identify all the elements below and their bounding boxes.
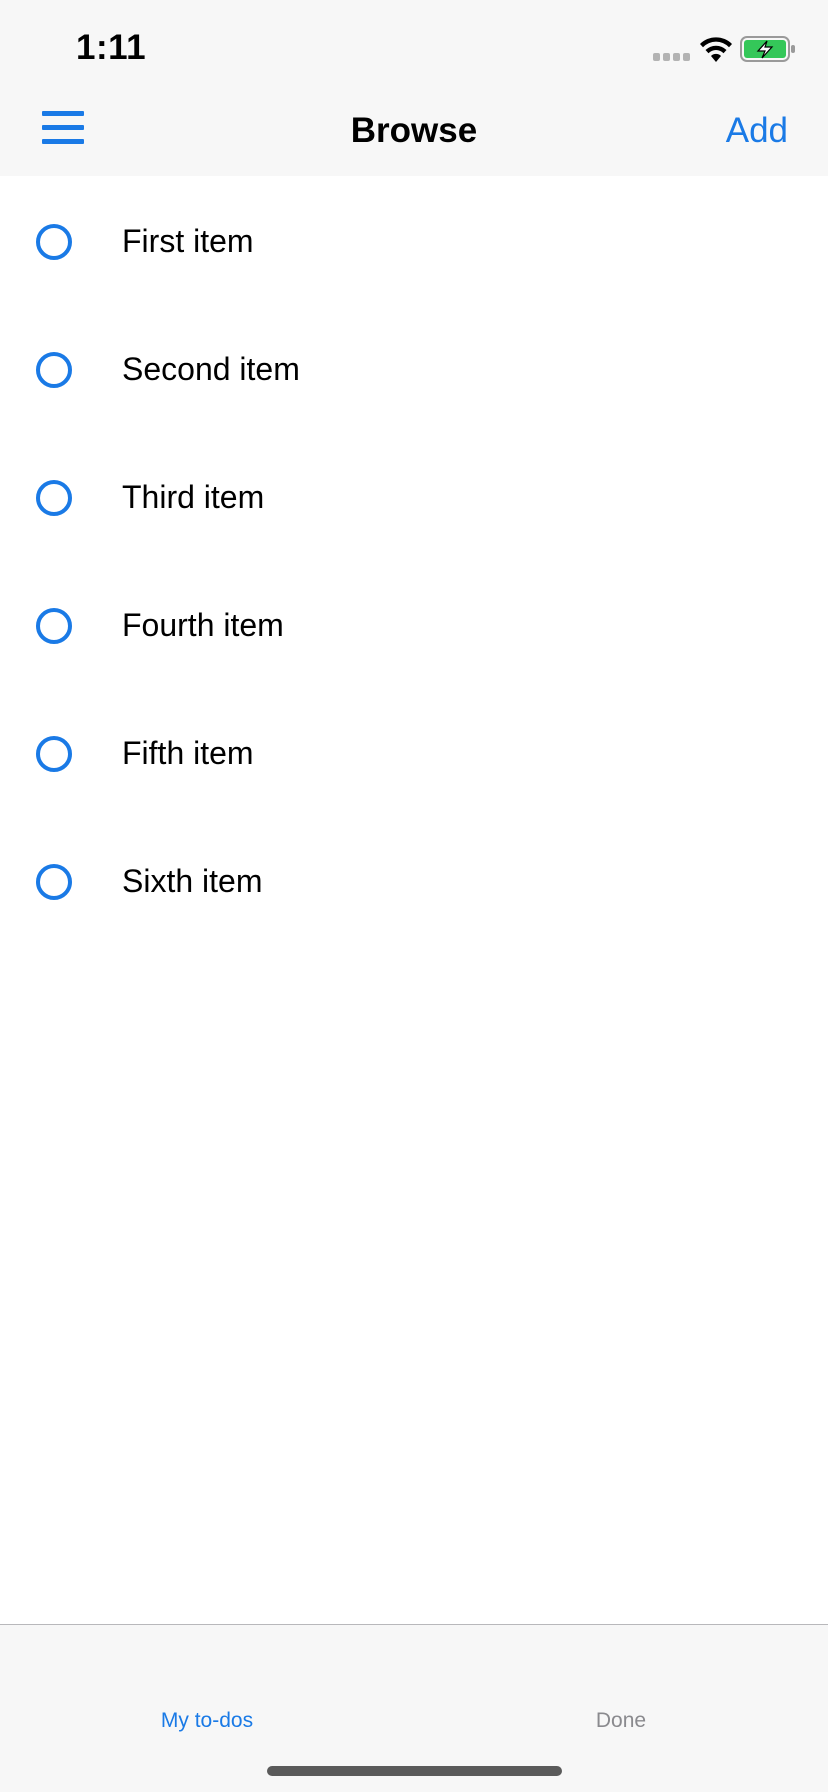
todo-label: Fourth item: [122, 607, 284, 643]
checkbox-circle-icon[interactable]: [36, 480, 72, 516]
todo-list: First item Second item Third item Fourth…: [0, 176, 828, 944]
todo-item[interactable]: Second item: [0, 304, 828, 432]
checkbox-circle-icon[interactable]: [36, 864, 72, 900]
tab-my-todos[interactable]: My to-dos: [0, 1709, 414, 1733]
todo-label: Second item: [122, 351, 300, 387]
todo-item[interactable]: Fourth item: [0, 560, 828, 688]
checkbox-circle-icon[interactable]: [36, 224, 72, 260]
todo-item[interactable]: Sixth item: [0, 816, 828, 944]
checkbox-circle-icon[interactable]: [36, 736, 72, 772]
home-indicator[interactable]: [267, 1766, 562, 1776]
status-bar: 1:11: [0, 0, 828, 95]
navigation-bar: Browse Add: [0, 95, 828, 176]
status-time: 1:11: [76, 28, 147, 67]
todo-label: First item: [122, 223, 254, 259]
todo-label: Sixth item: [122, 863, 263, 899]
page-title: Browse: [350, 111, 478, 150]
hamburger-menu-icon[interactable]: [42, 111, 84, 145]
wifi-icon: [700, 37, 732, 62]
todo-item[interactable]: First item: [0, 176, 828, 304]
app-screen: 1:11 Browse Add First item Second item T…: [0, 0, 828, 1792]
todo-label: Third item: [122, 479, 265, 515]
todo-label: Fifth item: [122, 735, 254, 771]
checkbox-circle-icon[interactable]: [36, 608, 72, 644]
signal-dots-icon: [653, 53, 691, 61]
checkbox-circle-icon[interactable]: [36, 352, 72, 388]
todo-item[interactable]: Third item: [0, 432, 828, 560]
battery-charging-icon: [740, 36, 795, 62]
tab-done[interactable]: Done: [414, 1709, 828, 1733]
add-button[interactable]: Add: [726, 111, 788, 151]
todo-item[interactable]: Fifth item: [0, 688, 828, 816]
